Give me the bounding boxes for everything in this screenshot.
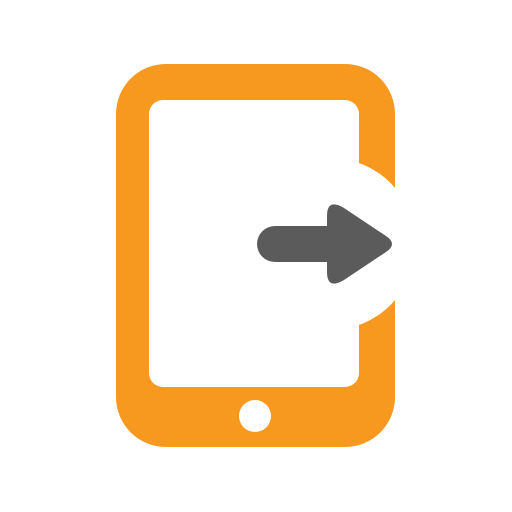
home-button-icon — [239, 400, 271, 432]
tablet-exit-graphic — [116, 64, 416, 447]
tablet-exit-icon — [0, 0, 512, 512]
